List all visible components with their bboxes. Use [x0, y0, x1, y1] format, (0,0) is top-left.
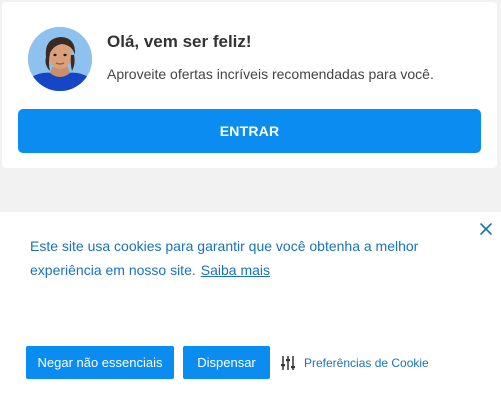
learn-more-link[interactable]: Saiba mais — [201, 262, 270, 278]
cookie-message: Este site usa cookies para garantir que … — [30, 234, 450, 282]
greeting-subtitle: Aproveite ofertas incríveis recomendadas… — [107, 66, 434, 82]
welcome-card: Olá, vem ser feliz! Aproveite ofertas in… — [2, 2, 497, 168]
assistant-avatar-image — [28, 27, 92, 91]
cookie-banner: Este site usa cookies para garantir que … — [0, 212, 501, 410]
avatar — [28, 27, 92, 91]
sliders-icon — [281, 356, 295, 370]
cookie-preferences-label: Preferências de Cookie — [304, 356, 429, 370]
close-icon[interactable] — [477, 220, 495, 238]
deny-nonessential-button[interactable]: Negar não essenciais — [26, 346, 174, 379]
cookie-preferences-button[interactable]: Preferências de Cookie — [281, 353, 429, 373]
login-button[interactable]: ENTRAR — [18, 109, 481, 153]
dismiss-button[interactable]: Dispensar — [183, 346, 270, 379]
greeting-title: Olá, vem ser feliz! — [107, 32, 252, 51]
